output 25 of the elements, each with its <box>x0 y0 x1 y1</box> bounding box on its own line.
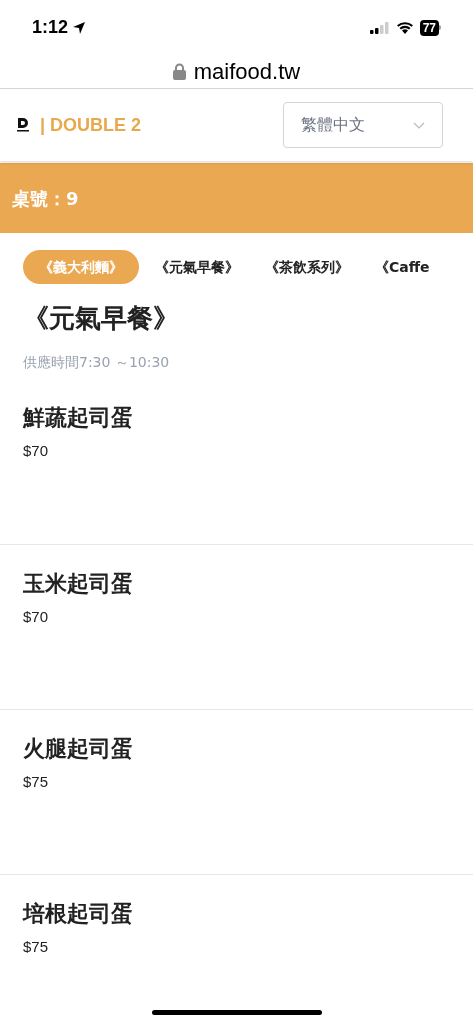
serving-hours: 供應時間7:30 ～10:30 <box>23 353 171 372</box>
item-name[interactable]: 鮮蔬起司蛋 <box>23 401 450 434</box>
wifi-icon <box>395 21 414 34</box>
url-text[interactable]: maifood.tw <box>193 55 301 88</box>
battery-level: 77 <box>419 19 439 36</box>
location-arrow-icon <box>72 20 87 35</box>
language-select[interactable]: 繁體中文 <box>283 102 443 148</box>
chevron-down-icon <box>413 121 425 129</box>
category-tab[interactable]: 《Caffe <box>365 250 440 284</box>
logo-icon <box>16 117 30 133</box>
item-name[interactable]: 玉米起司蛋 <box>23 567 450 600</box>
item-price: $70 <box>23 441 50 461</box>
table-number: 桌號：9 <box>12 186 79 211</box>
section-title: 《元氣早餐》 <box>23 302 180 335</box>
item-name[interactable]: 培根起司蛋 <box>23 897 450 930</box>
category-tab[interactable]: 《元氣早餐》 <box>145 250 249 284</box>
signal-icon <box>369 21 390 34</box>
item-price: $70 <box>23 607 50 627</box>
brand-name: | DOUBLE 2 <box>40 113 142 137</box>
status-time: 1:12 <box>32 16 69 39</box>
item-price: $75 <box>23 937 50 957</box>
item-price: $75 <box>23 772 50 792</box>
item-name[interactable]: 火腿起司蛋 <box>23 732 450 765</box>
category-tab[interactable]: 《茶飲系列》 <box>255 250 359 284</box>
lock-icon <box>172 63 186 80</box>
